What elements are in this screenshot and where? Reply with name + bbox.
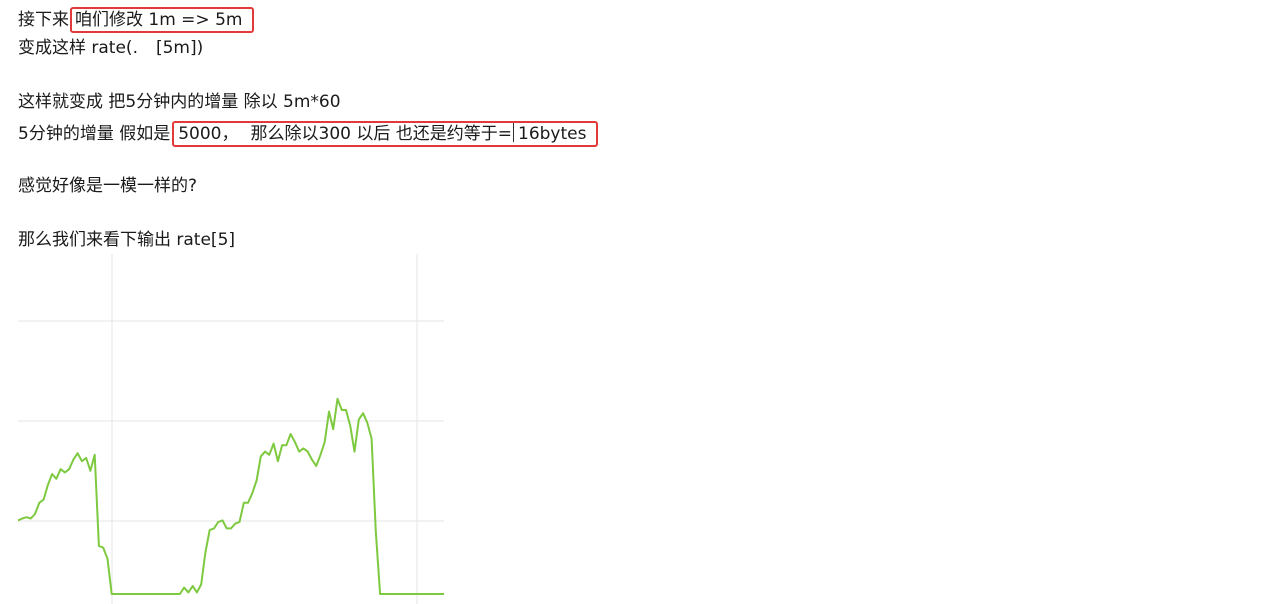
note-line-2-part1: 变成这样 rate(. [18,38,138,58]
highlight-box-2: 5000， 那么除以300 以后 也还是约等于= 16bytes [172,121,599,147]
highlight-text-2a: 5000， [178,124,239,144]
highlight-text-1: 咱们修改 1m => 5m [75,10,243,30]
chart-grid [18,254,444,604]
note-line-2-part2: [5m]) [155,38,204,58]
note-line-2: 变成这样 rate(. [5m]) [18,37,203,59]
note-line-5: 感觉好像是一模一样的? [18,175,197,197]
rate-line-chart [18,254,444,604]
highlight-box-1: 咱们修改 1m => 5m [70,7,255,33]
note-line-1-prefix: 接下来 [18,10,69,30]
note-line-3: 这样就变成 把5分钟内的增量 除以 5m*60 [18,91,341,113]
note-line-3-text: 这样就变成 把5分钟内的增量 除以 5m*60 [18,92,341,112]
note-line-4: 5分钟的增量 假如是 5000， 那么除以300 以后 也还是约等于= 16bytes [18,121,599,147]
highlight-text-2b: 那么除以300 以后 也还是约等于= [250,124,513,144]
note-line-4-prefix: 5分钟的增量 假如是 [18,124,171,144]
note-line-6-text: 那么我们来看下输出 rate[5] [18,230,236,250]
text-cursor [513,123,514,142]
note-line-6: 那么我们来看下输出 rate[5] [18,229,235,251]
note-line-5-text: 感觉好像是一模一样的? [18,176,198,196]
highlight-text-2c: 16bytes [518,124,587,144]
note-line-1: 接下来 咱们修改 1m => 5m [18,7,255,33]
series-line [18,397,444,595]
